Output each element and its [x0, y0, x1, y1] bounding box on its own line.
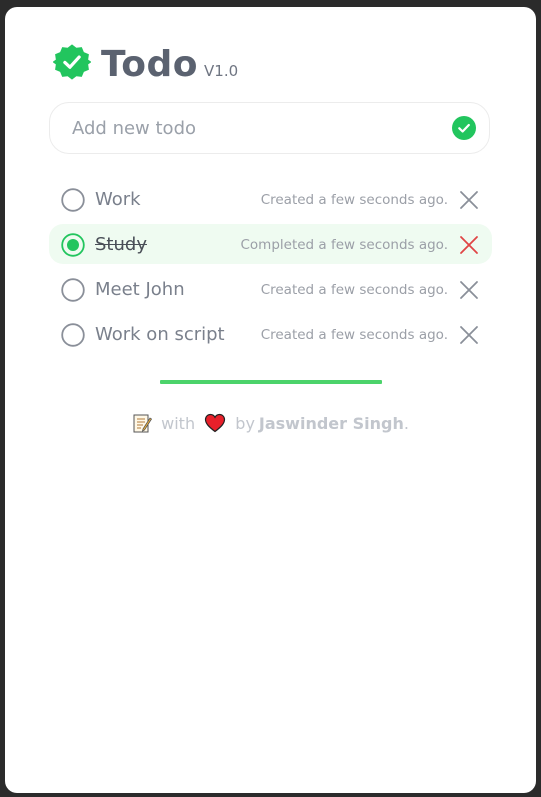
footer-by-text: by: [235, 414, 255, 433]
todo-text: Work on script: [95, 324, 225, 345]
divider: [160, 380, 382, 384]
add-todo-box: [49, 102, 490, 154]
todo-item: Work Created a few seconds ago.: [49, 179, 492, 219]
todo-status: Created a few seconds ago.: [260, 327, 448, 343]
complete-toggle-radio[interactable]: [61, 278, 85, 302]
todo-item-completed: Study Completed a few seconds ago.: [49, 224, 492, 264]
author-name: Jaswinder Singh: [258, 414, 404, 433]
complete-toggle-radio[interactable]: [61, 323, 85, 347]
delete-close-icon[interactable]: [458, 324, 480, 346]
todo-list: Work Created a few seconds ago. Study Co…: [49, 179, 492, 359]
footer-period: .: [403, 414, 409, 433]
todo-item: Meet John Created a few seconds ago.: [49, 269, 492, 309]
add-todo-button[interactable]: [452, 116, 476, 140]
verified-check-icon: [53, 44, 91, 80]
todo-card: Todo V1.0 Work Created a few seconds ago…: [5, 7, 536, 793]
delete-close-icon[interactable]: [458, 189, 480, 211]
complete-toggle-radio-checked[interactable]: [61, 233, 85, 257]
todo-status: Created a few seconds ago.: [260, 192, 448, 208]
todo-item: Work on script Created a few seconds ago…: [49, 314, 492, 354]
todo-text: Study: [95, 234, 147, 255]
footer-with-text: with: [161, 414, 196, 433]
app-title: Todo: [101, 44, 199, 85]
app-version: V1.0: [204, 62, 239, 80]
memo-icon: [133, 414, 153, 433]
todo-text: Work: [95, 189, 141, 210]
todo-status: Completed a few seconds ago.: [240, 237, 448, 253]
complete-toggle-radio[interactable]: [61, 188, 85, 212]
delete-close-icon[interactable]: [458, 279, 480, 301]
todo-text: Meet John: [95, 279, 185, 300]
todo-status: Created a few seconds ago.: [260, 282, 448, 298]
heart-icon: [205, 413, 226, 433]
add-todo-input[interactable]: [70, 103, 444, 154]
delete-close-icon[interactable]: [458, 234, 480, 256]
footer-credit: with by Jaswinder Singh.: [5, 412, 536, 436]
app-header: Todo V1.0: [53, 37, 238, 87]
